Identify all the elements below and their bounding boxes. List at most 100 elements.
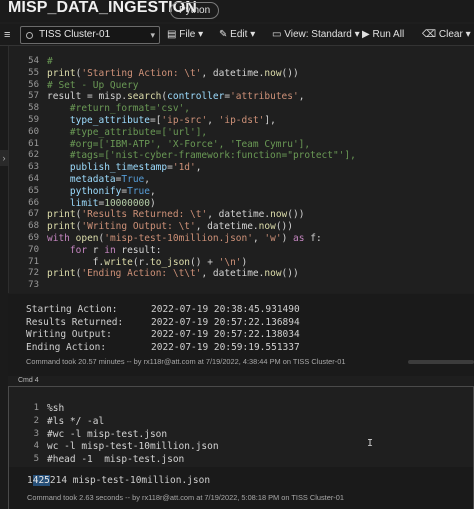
code-line[interactable]: #tags=['nist-cyber-framework:function="p…	[47, 150, 356, 161]
output-label: Ending Action:	[26, 341, 107, 353]
code-line[interactable]: pythonify=True,	[47, 186, 156, 197]
code-line[interactable]: #type_attribute=['url'],	[47, 127, 207, 138]
line-number: 54	[28, 56, 39, 66]
line-number: 70	[28, 244, 39, 255]
menu-icon[interactable]: ≡	[4, 24, 10, 46]
code-line[interactable]: with open('misp-test-10million.json', 'w…	[47, 233, 322, 244]
line-number: 55	[28, 67, 39, 78]
language-badge[interactable]: Python	[170, 2, 220, 19]
chevron-down-icon: ▾	[198, 29, 204, 40]
line-number: 1	[33, 403, 39, 413]
code-line[interactable]: metadata=True,	[47, 174, 150, 185]
code-line[interactable]: wc -l misp-test-10million.json	[47, 441, 219, 452]
code-line[interactable]: #return_format='csv',	[47, 103, 190, 114]
line-number: 57	[28, 91, 39, 102]
cluster-label: TISS Cluster-01	[39, 29, 111, 40]
run-all-button[interactable]: ▶ Run All	[362, 24, 404, 46]
output-value: 2022-07-19 20:57:22.136894	[151, 316, 300, 328]
line-number: 66	[28, 197, 39, 208]
code-line[interactable]: #head -1 misp-test.json	[47, 454, 184, 465]
line-number: 67	[28, 209, 39, 220]
horizontal-scrollbar[interactable]	[8, 360, 474, 364]
expand-sidebar-icon[interactable]: ›	[0, 150, 8, 166]
line-number: 2	[33, 415, 39, 426]
file-menu-label: File	[179, 29, 196, 40]
left-gutter: ›	[0, 46, 8, 509]
code-line[interactable]: print('Results Returned: \t', datetime.n…	[47, 209, 304, 220]
code-line[interactable]: #org=['IBM-ATP', 'X-Force', 'Team Cymru'…	[47, 139, 310, 150]
line-number: 3	[33, 428, 39, 439]
output-label: Starting Action:	[26, 304, 118, 315]
line-number: 72	[28, 268, 39, 279]
edit-menu-label: Edit	[230, 29, 248, 40]
selected-text[interactable]: 425	[32, 475, 50, 486]
view-menu-label: View: Standard	[284, 29, 352, 40]
line-number: 69	[28, 233, 39, 243]
run-all-label: Run All	[372, 29, 405, 40]
line-number: 59	[28, 115, 39, 125]
code-editor[interactable]: 54 #55 print('Starting Action: \t', dateti…	[8, 46, 474, 293]
cluster-status-icon	[26, 32, 33, 39]
edit-menu[interactable]: ✎ Edit ▾	[219, 24, 255, 46]
code-line[interactable]: print('Starting Action: \t', datetime.no…	[47, 68, 299, 79]
line-number: 71	[28, 256, 39, 267]
code-line[interactable]: #wc -l misp-test.json	[47, 429, 167, 440]
scrollbar-thumb[interactable]	[408, 360, 474, 364]
output-value: 2022-07-19 20:57:22.138034	[151, 329, 300, 340]
code-line[interactable]: result = misp.search(controller='attribu…	[47, 91, 304, 102]
clear-icon: ⌫	[422, 29, 437, 40]
code-line[interactable]: for r in result:	[47, 245, 162, 256]
output-text: 1425214 misp-test-10million.json	[27, 475, 210, 486]
code-line[interactable]: print('Writing Output: \t', datetime.now…	[47, 221, 293, 232]
chevron-down-icon: ▾	[354, 29, 360, 40]
view-menu[interactable]: ▭ View: Standard ▾	[272, 24, 360, 46]
output-value: 2022-07-19 20:59:19.551337	[151, 341, 300, 353]
code-cell: 54 #55 print('Starting Action: \t', dateti…	[8, 46, 474, 376]
code-line[interactable]: print('Ending Action: \t\t', datetime.no…	[47, 268, 299, 279]
output-label: Results Returned:	[26, 316, 124, 328]
code-cell: I 1 %sh 2 #ls */ -al 3 #wc -l misp-test.json 4…	[8, 386, 474, 509]
line-number: 64	[28, 174, 39, 184]
view-icon: ▭	[272, 29, 282, 40]
line-number: 68	[28, 221, 39, 232]
notebook-header: MISP_DATA_INGESTION Python	[0, 0, 474, 22]
code-line[interactable]: type_attribute=['ip-src', 'ip-dst'],	[47, 115, 276, 126]
line-number: 62	[28, 150, 39, 161]
chevron-down-icon: ▾	[250, 29, 256, 40]
cell-label: Cmd 4	[18, 377, 39, 384]
output-suffix: 214 misp-test-10million.json	[49, 475, 211, 486]
line-number: 73	[28, 280, 39, 291]
code-line[interactable]: f.write(r.to_json() + '\n')	[47, 257, 248, 268]
command-took-info: Command took 2.63 seconds -- by rx118r@a…	[27, 493, 344, 502]
notebook-toolbar: ≡ TISS Cluster-01 ▾ ▤ File ▾ ✎ Edit ▾ ▭ …	[0, 24, 474, 46]
file-icon: ▤	[167, 29, 177, 40]
notebook-title[interactable]: MISP_DATA_INGESTION	[8, 0, 197, 17]
line-number: 56	[28, 79, 39, 90]
line-number: 58	[28, 103, 39, 114]
line-number: 61	[28, 138, 39, 149]
line-number: 5	[33, 454, 39, 465]
chevron-down-icon: ▾	[465, 29, 471, 40]
play-icon: ▶	[362, 29, 370, 40]
line-number: 63	[28, 162, 39, 173]
output-label: Writing Output:	[26, 329, 112, 340]
code-editor[interactable]: I 1 %sh 2 #ls */ -al 3 #wc -l misp-test.json 4…	[9, 387, 473, 467]
line-number: 60	[28, 126, 39, 137]
code-line[interactable]: limit=10000000)	[47, 198, 156, 209]
code-line[interactable]: # Set - Up Query	[47, 80, 139, 91]
output-value: 2022-07-19 20:38:45.931490	[151, 304, 300, 315]
code-line[interactable]: %sh	[47, 403, 64, 414]
code-line[interactable]: #ls */ -al	[47, 416, 104, 427]
code-line[interactable]: publish_timestamp='1d',	[47, 162, 202, 173]
cluster-selector[interactable]: TISS Cluster-01 ▾	[20, 26, 160, 44]
file-menu[interactable]: ▤ File ▾	[167, 24, 203, 46]
chevron-down-icon: ▾	[150, 30, 155, 40]
line-number: 4	[33, 441, 39, 452]
cell-output: 1425214 misp-test-10million.json Command…	[9, 467, 473, 509]
output-prefix: 1	[27, 475, 33, 486]
cell-header: Cmd 4	[8, 376, 474, 385]
clear-menu[interactable]: ⌫ Clear ▾	[422, 24, 471, 46]
code-line[interactable]: #	[47, 56, 53, 67]
edit-icon: ✎	[219, 29, 228, 40]
text-cursor-icon: I	[367, 438, 374, 449]
